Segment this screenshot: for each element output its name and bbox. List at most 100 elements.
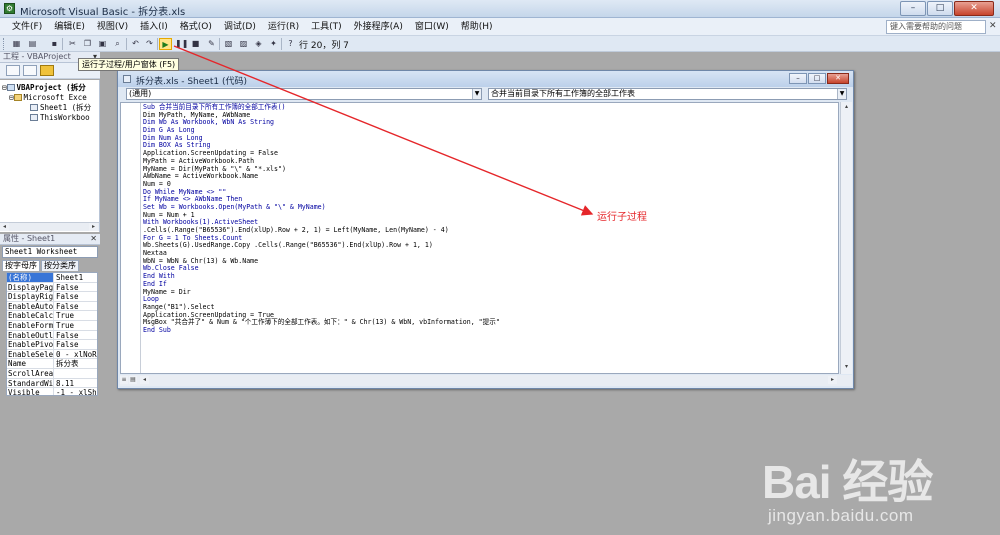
cut-icon[interactable]: ✂ — [66, 38, 79, 50]
project-explorer-icon[interactable]: ▧ — [222, 38, 235, 50]
object-dropdown[interactable]: (通用) ▼ — [126, 88, 482, 100]
property-row[interactable]: EnableCalcu True — [7, 311, 97, 321]
procedure-dropdown[interactable]: 合并当前目录下所有工作簿的全部工作表 ▼ — [488, 88, 847, 100]
code-line[interactable]: .Cells(.Range("B65536").End(xlUp).Row + … — [143, 226, 833, 235]
help-search-input[interactable]: 键入需要帮助的问题 — [886, 20, 986, 34]
menu-item-7[interactable]: 工具(T) — [305, 21, 348, 34]
paste-icon[interactable]: ▣ — [96, 38, 109, 50]
menu-item-6[interactable]: 运行(R) — [262, 21, 305, 34]
code-line[interactable]: Dim Num As Long — [143, 134, 833, 143]
property-value[interactable]: 8.11 — [55, 379, 97, 388]
property-value[interactable]: False — [55, 292, 97, 301]
menu-item-0[interactable]: 文件(F) — [6, 21, 48, 34]
find-icon[interactable]: ⌕ — [111, 38, 124, 50]
code-vscrollbar[interactable]: ▴ ▾ — [840, 102, 852, 374]
property-value[interactable] — [55, 369, 97, 378]
property-value[interactable]: False — [55, 331, 97, 340]
property-row[interactable]: Visible -1 - xlShe — [7, 388, 97, 395]
code-margin[interactable] — [121, 103, 141, 373]
play-icon[interactable]: ▶ — [159, 38, 172, 50]
code-line[interactable]: End With — [143, 272, 833, 281]
code-line[interactable]: WbN = WbN & Chr(13) & Wb.Name — [143, 257, 833, 266]
code-line[interactable]: Wb.Close False — [143, 265, 833, 273]
property-row[interactable]: ScrollArea — [7, 369, 97, 379]
property-value[interactable]: 拆分表 — [55, 359, 97, 368]
property-row[interactable]: EnablePivot False — [7, 340, 97, 350]
help-icon[interactable]: ? — [284, 38, 297, 50]
code-line[interactable]: MsgBox "共合并了" & Num & "个工作薄下的全部工作表。如下：" … — [143, 319, 833, 327]
scroll-right-icon[interactable]: ▸ — [828, 376, 837, 384]
properties-close-icon[interactable]: ✕ — [90, 234, 97, 244]
redo-icon[interactable]: ↷ — [143, 38, 156, 50]
minimize-button[interactable]: – — [900, 1, 926, 16]
chevron-down-icon[interactable]: ▼ — [472, 89, 481, 99]
property-value[interactable]: False — [55, 283, 97, 292]
copy-icon[interactable]: ❐ — [81, 38, 94, 50]
toolbar-grip[interactable] — [3, 38, 6, 50]
scroll-left-icon[interactable]: ◂ — [0, 223, 9, 231]
tab-alphabetic[interactable]: 按字母序 — [2, 260, 40, 271]
menu-item-8[interactable]: 外接程序(A) — [348, 21, 409, 34]
code-line[interactable]: Dim Wb As Workbook, WbN As String — [143, 119, 833, 127]
code-line[interactable]: Num = 0 — [143, 180, 833, 189]
code-line[interactable]: Loop — [143, 295, 833, 304]
code-line[interactable]: Do While MyName <> "" — [143, 188, 833, 197]
code-line[interactable]: Wb.Sheets(G).UsedRange.Copy .Cells(.Rang… — [143, 242, 833, 250]
code-line[interactable]: End Sub — [143, 326, 833, 335]
property-row[interactable]: DisplayRigh False — [7, 292, 97, 302]
view-object-icon[interactable] — [23, 65, 37, 76]
property-row[interactable]: (名称) Sheet1 — [7, 273, 97, 283]
property-value[interactable]: True — [55, 321, 97, 330]
toolbox-icon[interactable]: ✦ — [267, 38, 280, 50]
code-close-button[interactable]: ✕ — [827, 73, 849, 84]
save-icon[interactable]: ▪ — [48, 38, 61, 50]
property-row[interactable]: Name 拆分表 — [7, 359, 97, 369]
property-value[interactable]: False — [55, 302, 97, 311]
pause-icon[interactable]: ❚❚ — [175, 38, 188, 50]
object-browser-icon[interactable]: ◈ — [252, 38, 265, 50]
menu-item-1[interactable]: 编辑(E) — [48, 21, 91, 34]
code-minimize-button[interactable]: – — [789, 73, 807, 84]
property-row[interactable]: DisplayPage False — [7, 282, 97, 293]
stop-icon[interactable]: ■ — [189, 38, 202, 50]
menu-item-9[interactable]: 窗口(W) — [409, 21, 455, 34]
menu-item-10[interactable]: 帮助(H) — [455, 21, 499, 34]
properties-object-select[interactable]: Sheet1 Worksheet — [2, 246, 98, 258]
design-mode-icon[interactable]: ✎ — [205, 38, 218, 50]
vba-app-icon[interactable]: ⚙ — [4, 3, 15, 14]
insert-userform-icon[interactable]: ▤ — [26, 38, 39, 50]
chevron-down-icon[interactable]: ▼ — [837, 89, 846, 99]
code-hscrollbar[interactable]: ≡ ▤ ◂ ▸ — [120, 375, 852, 386]
procedure-view-icon[interactable]: ≡ — [120, 376, 128, 384]
property-value[interactable]: False — [55, 340, 97, 349]
property-row[interactable]: EnableForma True — [7, 321, 97, 331]
toggle-folders-icon[interactable] — [40, 65, 54, 76]
code-maximize-button[interactable]: □ — [808, 73, 826, 84]
view-code-icon[interactable] — [6, 65, 20, 76]
tree-item-thisworkbook[interactable]: ThisWorkboo — [30, 112, 90, 123]
menu-item-3[interactable]: 插入(I) — [134, 21, 174, 34]
scroll-down-icon[interactable]: ▾ — [842, 363, 851, 371]
scroll-left-icon[interactable]: ◂ — [140, 376, 149, 384]
view-excel-icon[interactable]: ▦ — [10, 38, 23, 50]
close-code-button[interactable]: ✕ — [989, 21, 997, 31]
code-line[interactable]: End If — [143, 280, 833, 289]
code-line[interactable]: AWbName = ActiveWorkbook.Name — [143, 172, 833, 181]
menu-item-4[interactable]: 格式(O) — [174, 21, 218, 34]
close-button[interactable]: ✕ — [954, 1, 994, 16]
undo-icon[interactable]: ↶ — [129, 38, 142, 50]
property-value[interactable]: 0 - xlNoRe — [55, 350, 97, 359]
code-line[interactable]: Dim G As Long — [143, 126, 833, 135]
full-module-view-icon[interactable]: ▤ — [129, 376, 137, 384]
properties-window-icon[interactable]: ▨ — [237, 38, 250, 50]
property-value[interactable]: True — [55, 311, 97, 320]
scroll-up-icon[interactable]: ▴ — [842, 103, 851, 111]
property-row[interactable]: StandardWid 8.11 — [7, 378, 97, 389]
code-line[interactable]: Set Wb = Workbooks.Open(MyPath & "\" & M… — [143, 203, 833, 212]
property-row[interactable]: EnableSelec 0 - xlNoRe — [7, 349, 97, 360]
code-line[interactable]: MyName = Dir — [143, 288, 833, 297]
property-value[interactable]: -1 - xlShe — [55, 388, 97, 395]
maximize-button[interactable]: □ — [927, 1, 953, 16]
code-editor[interactable]: Sub 合并当前目录下所有工作簿的全部工作表() Dim MyPath, MyNa… — [120, 102, 839, 374]
property-value[interactable]: Sheet1 — [55, 273, 97, 282]
